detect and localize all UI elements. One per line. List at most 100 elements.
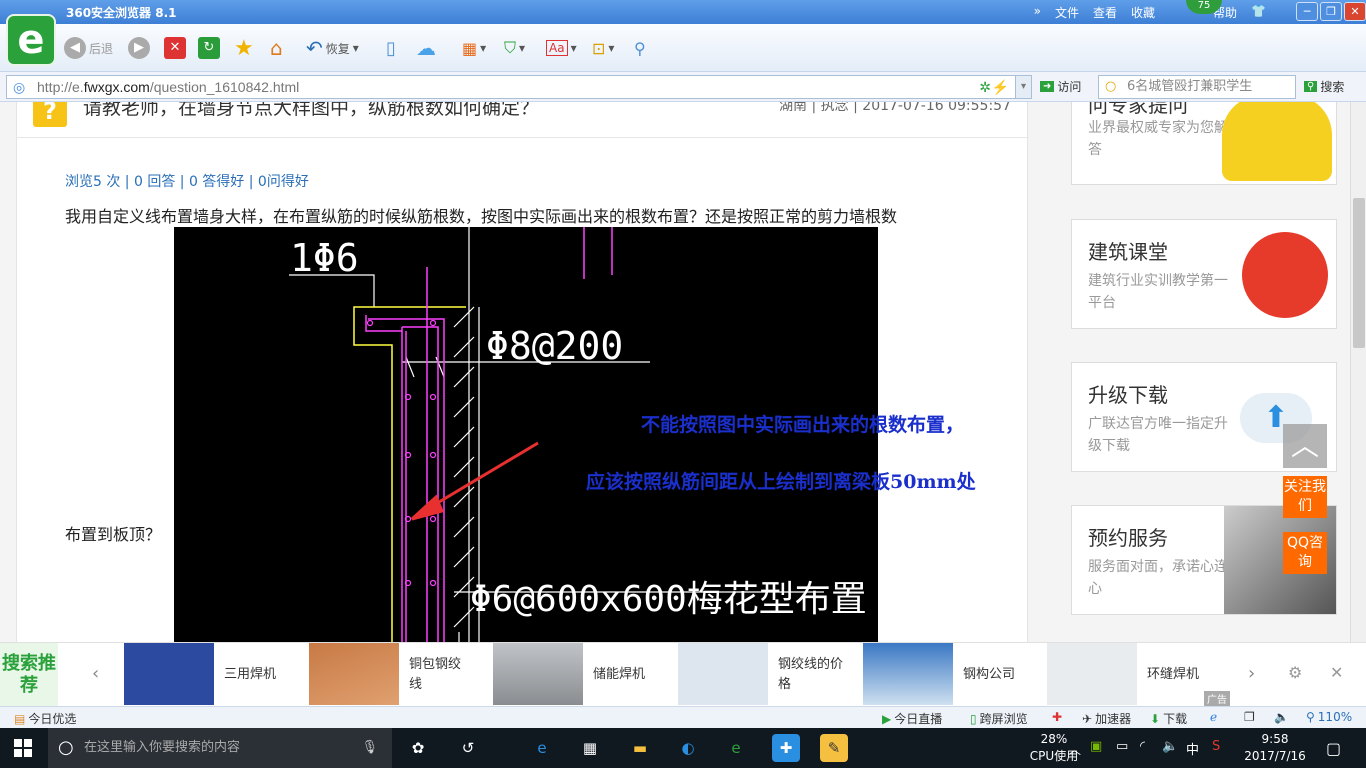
scrollbar-thumb[interactable] — [1353, 198, 1365, 348]
url-dropdown-icon[interactable]: ▾ — [1015, 76, 1031, 98]
wifi-icon[interactable]: ◜ — [1140, 739, 1145, 754]
settings-gear-icon[interactable]: ⚙ — [1288, 663, 1302, 682]
cad-label-2: Φ8@200 — [486, 324, 623, 368]
cross-screen-button[interactable]: ▯ 跨屏浏览 — [970, 710, 1028, 727]
task-view-icon[interactable]: ✿ — [404, 734, 432, 762]
ime-indicator[interactable]: 中 — [1186, 739, 1199, 758]
medkit-icon[interactable]: ✚ — [1052, 710, 1062, 724]
zoom-level[interactable]: ⚲ 110% — [1306, 710, 1352, 724]
download-button[interactable]: ⬇ 下载 — [1150, 710, 1187, 727]
restore-button[interactable]: ↶ 恢复 ▾ — [306, 36, 359, 60]
back-arrow-icon: ◀ — [64, 37, 86, 59]
store-icon[interactable]: ▦ — [576, 734, 604, 762]
volume-tray-icon[interactable]: 🔈 — [1162, 739, 1178, 754]
security-button[interactable]: ⛉ ▾ — [504, 36, 525, 60]
home-button[interactable]: ⌂ — [270, 36, 283, 60]
search-button[interactable]: ⚲ 搜索 — [1304, 78, 1344, 95]
pinned-app-icon[interactable]: ✚ — [772, 734, 800, 762]
window-icon[interactable]: ❐ — [1244, 710, 1255, 724]
title-menu: » 文件 查看 收藏 帮助 👕 — [1034, 4, 1266, 21]
ie-icon[interactable]: ℯ — [1210, 710, 1217, 724]
answer-annotation-2: 应该按照纵筋间距从上绘制到离梁板50mm处 — [586, 471, 976, 493]
phone-button[interactable]: ▯ — [386, 36, 396, 60]
forward-button[interactable]: ▶ — [128, 36, 150, 60]
apps-button[interactable]: ▦ ▾ — [462, 36, 486, 60]
prev-arrow-icon[interactable]: ‹ — [92, 663, 99, 684]
today-picks-button[interactable]: ▤ 今日优选 — [14, 710, 76, 727]
live-button[interactable]: ▶ 今日直播 — [882, 710, 942, 727]
tray-expand-icon[interactable]: ︿ — [1068, 739, 1081, 758]
taskbar-search-input[interactable]: ○ 在这里输入你要搜索的内容 🎙 — [48, 728, 392, 768]
edge-icon[interactable]: e — [528, 734, 556, 762]
question-title: 请教老师，在墙身节点大样图中，纵筋根数如何确定？ — [83, 102, 540, 119]
close-recommend-icon[interactable]: ✕ — [1330, 663, 1343, 682]
browser-360se-icon[interactable]: e — [722, 734, 750, 762]
cortana-icon: ○ — [58, 737, 74, 758]
browser-logo[interactable]: e — [6, 14, 56, 66]
notification-icon[interactable]: ▢ — [1326, 739, 1341, 758]
accelerator-button[interactable]: ✈ 加速器 — [1082, 710, 1131, 727]
search-engine-icon: ○ — [1105, 79, 1117, 94]
battery-icon[interactable]: ▭ — [1116, 739, 1128, 754]
nvidia-icon[interactable]: ▣ — [1090, 739, 1102, 754]
maximize-button[interactable]: ❐ — [1320, 2, 1342, 21]
minimize-button[interactable]: ─ — [1296, 2, 1318, 21]
recommend-item-label: 储能焊机 — [593, 667, 646, 682]
menu-file[interactable]: 文件 — [1055, 4, 1079, 21]
go-button[interactable]: ➜ 访问 — [1040, 78, 1081, 95]
recommend-item-label: 钢绞线的价格 — [778, 657, 844, 692]
scrollbar[interactable] — [1350, 102, 1366, 642]
taskbar-search-placeholder: 在这里输入你要搜索的内容 — [84, 740, 241, 755]
favorite-button[interactable]: ★ — [234, 36, 254, 61]
browser-360-icon[interactable]: ↺ — [454, 734, 482, 762]
app-swirl-icon[interactable]: ◐ — [674, 734, 702, 762]
search-recommend-bar: 搜索推荐 ‹ 三用焊机 铜包钢绞线 储能焊机 钢绞线的价格 钢构公司 环缝焊机 … — [0, 642, 1366, 707]
qq-consult-button[interactable]: QQ咨询 — [1283, 532, 1327, 574]
close-button[interactable]: ✕ — [1344, 2, 1366, 21]
dropdown-icon: ▾ — [570, 41, 577, 55]
stop-button[interactable]: ✕ — [164, 36, 186, 60]
sogou-icon[interactable]: S — [1212, 739, 1220, 754]
windows-stack-icon: ❐ — [1244, 710, 1255, 724]
divider — [17, 137, 1029, 138]
live-label: 今日直播 — [894, 712, 943, 726]
clock-date: 2017/7/16 — [1244, 749, 1306, 763]
notes-icon[interactable]: ✎ — [820, 734, 848, 762]
screenshot-button[interactable]: ⊡ ▾ — [592, 36, 614, 60]
speaker-icon: 🔈 — [1274, 710, 1289, 724]
back-button[interactable]: ◀ 后退 — [64, 36, 113, 60]
windows-taskbar: ○ 在这里输入你要搜索的内容 🎙 ✿ ↺ e ▦ ▬ ◐ e ✚ ✎ 28% C… — [0, 728, 1366, 768]
browser-title: 360安全浏览器 8.1 — [66, 6, 177, 20]
reload-icon[interactable]: ✲ — [979, 76, 991, 98]
shirt-icon[interactable]: 👕 — [1251, 4, 1266, 21]
zoom-search-button[interactable]: ⚲ — [634, 36, 646, 60]
forward-arrow-icon: ▶ — [128, 37, 150, 59]
refresh-icon: ↻ — [198, 37, 220, 59]
cross-screen-label: 跨屏浏览 — [979, 712, 1028, 726]
card-title: 问专家提问 — [1088, 102, 1188, 117]
url-input[interactable]: ◎ http://e.fwxgx.com/question_1610842.ht… — [6, 75, 1032, 99]
lightning-icon[interactable]: ⚡ — [992, 76, 1009, 98]
back-to-top-button[interactable]: ︿ — [1283, 424, 1327, 468]
follow-us-button[interactable]: 关注我们 — [1283, 476, 1327, 518]
go-label: 访问 — [1057, 80, 1082, 94]
windows-start-icon[interactable] — [14, 739, 32, 757]
translate-button[interactable]: Aa ▾ — [546, 36, 577, 60]
cad-label-1: 1Φ6 — [290, 236, 359, 280]
search-input[interactable]: ○ 6名城管殴打兼职学生 — [1098, 75, 1296, 99]
card-building-class[interactable]: 建筑课堂 建筑行业实训教学第一平台 — [1071, 219, 1337, 329]
next-arrow-icon[interactable]: › — [1248, 663, 1255, 684]
volume-icon[interactable]: 🔈 — [1274, 710, 1289, 724]
menu-favorites[interactable]: 收藏 — [1131, 4, 1155, 21]
menu-view[interactable]: 查看 — [1093, 4, 1117, 21]
question-stats[interactable]: 浏览5 次 | 0 回答 | 0 答得好 | 0问得好 — [65, 171, 309, 191]
recommend-item-label: 环缝焊机 — [1147, 667, 1200, 682]
plus-circle-icon: ✚ — [1052, 710, 1063, 724]
file-explorer-icon[interactable]: ▬ — [626, 734, 654, 762]
microphone-icon[interactable]: 🎙 — [361, 728, 378, 768]
refresh-button[interactable]: ↻ — [198, 36, 220, 60]
cloud-button[interactable]: ☁ — [416, 36, 436, 60]
chevron-right-icon[interactable]: » — [1034, 4, 1041, 21]
card-ask-expert[interactable]: 问专家提问 业界最权威专家为您解答 — [1071, 102, 1337, 185]
clock[interactable]: 9:58 2017/7/16 — [1240, 731, 1310, 765]
